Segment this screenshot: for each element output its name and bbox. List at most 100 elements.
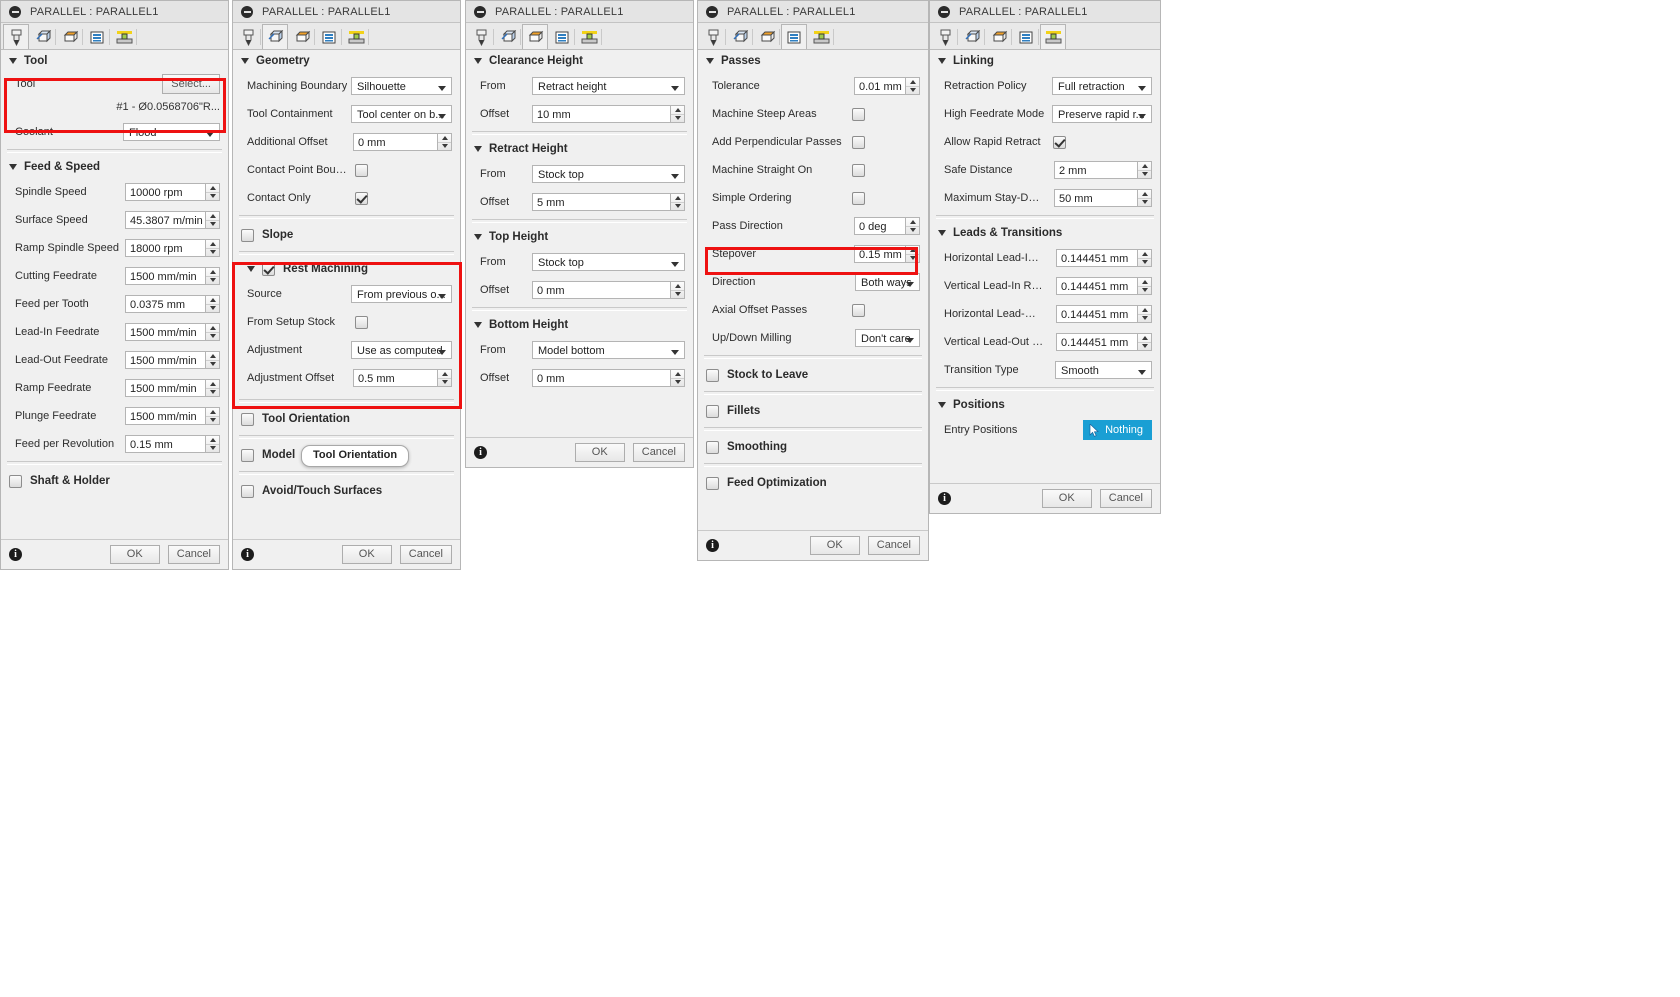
panel-heights-tabbar[interactable] bbox=[466, 23, 693, 50]
group-header-tool[interactable]: Tool bbox=[1, 50, 228, 72]
section-slope[interactable]: Slope bbox=[233, 222, 460, 248]
machining-boundary-select[interactable]: Silhouette bbox=[351, 77, 452, 95]
stepover-stepper[interactable] bbox=[906, 245, 920, 263]
group-header-clearance-height[interactable]: Clearance Height bbox=[466, 50, 693, 72]
direction-select[interactable]: Both ways bbox=[855, 273, 920, 291]
group-header-top-height[interactable]: Top Height bbox=[466, 226, 693, 248]
panel-linking-tabbar[interactable] bbox=[930, 23, 1160, 50]
panel-heights-titlebar[interactable]: PARALLEL : PARALLEL1 bbox=[466, 1, 693, 23]
model-checkbox[interactable] bbox=[241, 448, 254, 462]
tolerance-stepper[interactable] bbox=[906, 77, 920, 95]
cancel-button[interactable]: Cancel bbox=[1099, 489, 1152, 508]
panel-passes-tabbar[interactable] bbox=[698, 23, 928, 50]
ok-button[interactable]: OK bbox=[1041, 489, 1092, 508]
group-header-bottom-height[interactable]: Bottom Height bbox=[466, 314, 693, 336]
feed-0-stepper[interactable] bbox=[206, 183, 220, 201]
feed-6-stepper[interactable] bbox=[206, 351, 220, 369]
cancel-button[interactable]: Cancel bbox=[399, 545, 452, 564]
feed-4-input[interactable]: 0.0375 mm bbox=[125, 295, 206, 313]
safe-distance-input[interactable]: 2 mm bbox=[1054, 161, 1138, 179]
safe-distance-stepper[interactable] bbox=[1138, 161, 1152, 179]
contact-only-checkbox[interactable] bbox=[355, 191, 368, 205]
tab-linking[interactable] bbox=[111, 24, 137, 49]
feed-2-input[interactable]: 18000 rpm bbox=[125, 239, 206, 257]
adjustment-offset-stepper[interactable] bbox=[438, 369, 452, 387]
cancel-button[interactable]: Cancel bbox=[867, 536, 920, 555]
section-stock-to-leave[interactable]: Stock to Leave bbox=[698, 362, 928, 388]
shaft-holder-checkbox[interactable] bbox=[9, 474, 22, 488]
feed-0-input[interactable]: 10000 rpm bbox=[125, 183, 206, 201]
maximum-staydown-stepper[interactable] bbox=[1138, 189, 1152, 207]
contact-point-boundary-checkbox[interactable] bbox=[355, 163, 368, 177]
height-2-from-select[interactable]: Stock top bbox=[532, 253, 685, 271]
height-3-offset-stepper[interactable] bbox=[671, 369, 685, 387]
stepover-input[interactable]: 0.15 mm bbox=[854, 245, 906, 263]
pass-direction-input[interactable]: 0 deg bbox=[854, 217, 906, 235]
feed-7-input[interactable]: 1500 mm/min bbox=[125, 379, 206, 397]
height-0-from-select[interactable]: Retract height bbox=[532, 77, 685, 95]
add-perpendicular-passes-checkbox[interactable] bbox=[852, 135, 865, 149]
height-2-offset-input[interactable]: 0 mm bbox=[532, 281, 671, 299]
feed-1-input[interactable]: 45.3807 m/min bbox=[125, 211, 206, 229]
simple-ordering-checkbox[interactable] bbox=[852, 191, 865, 205]
collapse-icon[interactable] bbox=[241, 5, 253, 18]
feed-6-input[interactable]: 1500 mm/min bbox=[125, 351, 206, 369]
feed-8-stepper[interactable] bbox=[206, 407, 220, 425]
group-header-geometry[interactable]: Geometry bbox=[233, 50, 460, 72]
maximum-staydown-input[interactable]: 50 mm bbox=[1054, 189, 1138, 207]
height-1-offset-stepper[interactable] bbox=[671, 193, 685, 211]
updown-milling-select[interactable]: Don't care bbox=[855, 329, 920, 347]
ok-button[interactable]: OK bbox=[341, 545, 392, 564]
panel-tool-tabbar[interactable] bbox=[1, 23, 228, 50]
tab-geometry[interactable] bbox=[495, 24, 521, 49]
panel-linking-titlebar[interactable]: PARALLEL : PARALLEL1 bbox=[930, 1, 1160, 23]
tab-heights[interactable] bbox=[57, 24, 83, 49]
ok-button[interactable]: OK bbox=[809, 536, 860, 555]
height-1-offset-input[interactable]: 5 mm bbox=[532, 193, 671, 211]
feed-1-stepper[interactable] bbox=[206, 211, 220, 229]
allow-rapid-retract-checkbox[interactable] bbox=[1053, 135, 1066, 149]
height-0-offset-input[interactable]: 10 mm bbox=[532, 105, 671, 123]
collapse-icon[interactable] bbox=[9, 5, 21, 18]
tab-tool[interactable] bbox=[3, 24, 29, 49]
tab-geometry[interactable] bbox=[30, 24, 56, 49]
retraction-policy-select[interactable]: Full retraction bbox=[1052, 77, 1152, 95]
tab-tool[interactable] bbox=[932, 24, 958, 49]
section-fillets[interactable]: Fillets bbox=[698, 398, 928, 424]
panel-passes-titlebar[interactable]: PARALLEL : PARALLEL1 bbox=[698, 1, 928, 23]
machine-straight-on-checkbox[interactable] bbox=[852, 163, 865, 177]
tab-geometry[interactable] bbox=[727, 24, 753, 49]
tab-passes[interactable] bbox=[316, 24, 342, 49]
tab-heights[interactable] bbox=[289, 24, 315, 49]
collapse-icon[interactable] bbox=[706, 5, 718, 18]
height-0-offset-stepper[interactable] bbox=[671, 105, 685, 123]
avoid-touch-checkbox[interactable] bbox=[241, 484, 254, 498]
lead-1-stepper[interactable] bbox=[1138, 277, 1152, 295]
slope-checkbox[interactable] bbox=[241, 228, 254, 242]
tool-select-button[interactable]: Select... bbox=[162, 74, 220, 94]
feed-7-stepper[interactable] bbox=[206, 379, 220, 397]
group-header-retract-height[interactable]: Retract Height bbox=[466, 138, 693, 160]
tab-tool[interactable] bbox=[468, 24, 494, 49]
info-icon[interactable]: i bbox=[706, 539, 719, 552]
feed-4-stepper[interactable] bbox=[206, 295, 220, 313]
entry-positions-button[interactable]: Nothing bbox=[1083, 420, 1152, 440]
group-header-rest-machining[interactable]: Rest Machining bbox=[233, 258, 460, 280]
stock-to-leave-checkbox[interactable] bbox=[706, 368, 719, 382]
feed-8-input[interactable]: 1500 mm/min bbox=[125, 407, 206, 425]
axial-offset-passes-checkbox[interactable] bbox=[852, 303, 865, 317]
cancel-button[interactable]: Cancel bbox=[632, 443, 685, 462]
height-3-offset-input[interactable]: 0 mm bbox=[532, 369, 671, 387]
panel-geometry-titlebar[interactable]: PARALLEL : PARALLEL1 bbox=[233, 1, 460, 23]
tab-tool[interactable] bbox=[235, 24, 261, 49]
tool-orientation-checkbox[interactable] bbox=[241, 412, 254, 426]
tab-heights[interactable] bbox=[754, 24, 780, 49]
tab-passes[interactable] bbox=[549, 24, 575, 49]
fillets-checkbox[interactable] bbox=[706, 404, 719, 418]
transition-type-select[interactable]: Smooth bbox=[1055, 361, 1152, 379]
rest-machining-checkbox[interactable] bbox=[262, 262, 275, 276]
section-shaft-holder[interactable]: Shaft & Holder bbox=[1, 468, 228, 494]
ok-button[interactable]: OK bbox=[109, 545, 160, 564]
additional-offset-input[interactable]: 0 mm bbox=[353, 133, 438, 151]
lead-2-stepper[interactable] bbox=[1138, 305, 1152, 323]
